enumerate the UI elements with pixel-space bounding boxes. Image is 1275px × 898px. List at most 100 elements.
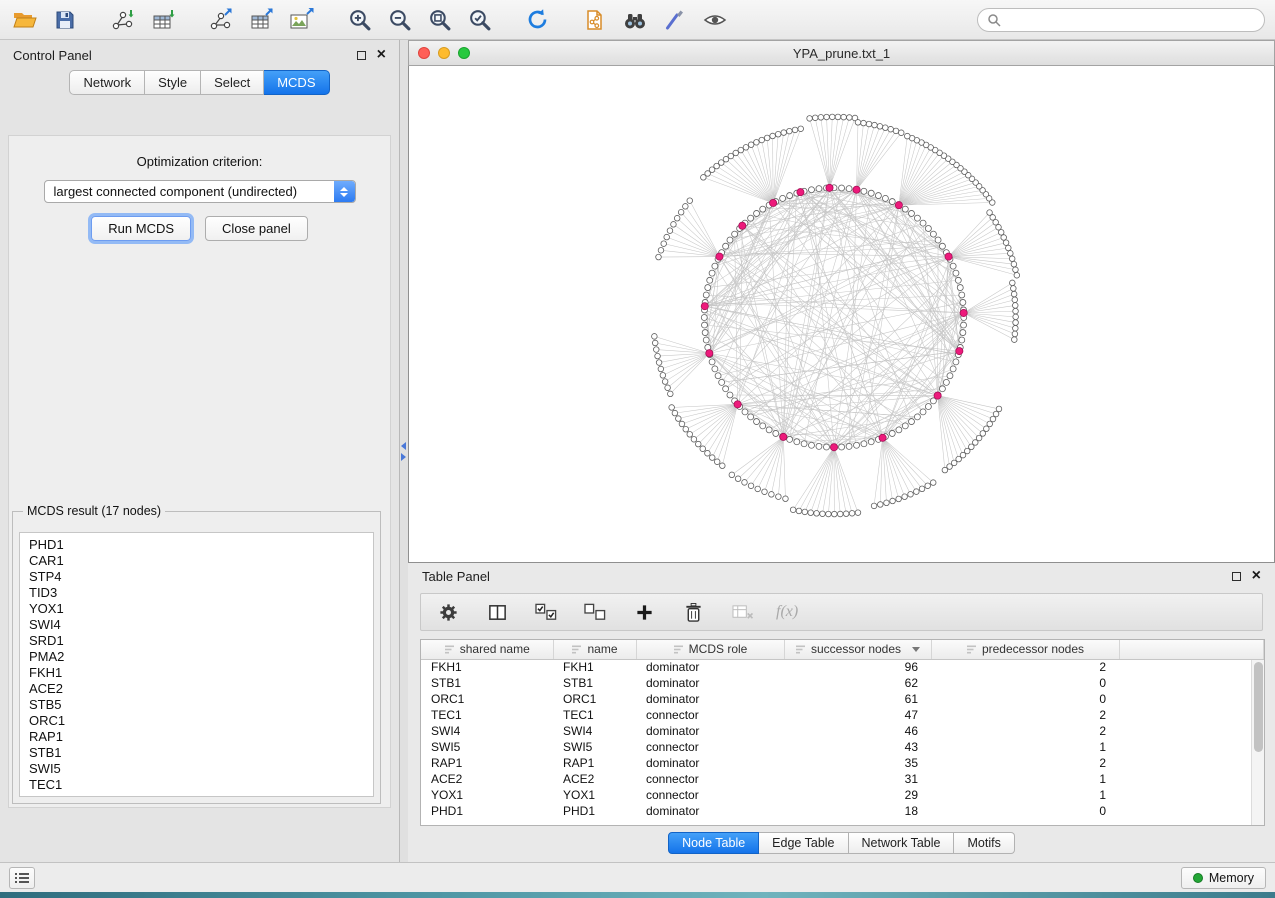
apply-style-button[interactable]	[660, 5, 690, 35]
mcds-result-item[interactable]: RAP1	[29, 729, 364, 745]
optimization-criterion-select[interactable]: largest connected component (undirected)	[44, 180, 356, 203]
cell-shared-name: YOX1	[421, 787, 553, 803]
cell-successor-nodes: 47	[784, 707, 931, 723]
select-all-button[interactable]	[531, 597, 561, 627]
table-row[interactable]: FKH1FKH1dominator962	[421, 659, 1264, 675]
export-table-button[interactable]	[246, 5, 276, 35]
network-graph[interactable]	[409, 66, 1274, 562]
save-button[interactable]	[50, 5, 80, 35]
table-row[interactable]: TEC1TEC1connector472	[421, 707, 1264, 723]
add-column-button[interactable]	[629, 597, 659, 627]
tab-style[interactable]: Style	[145, 70, 201, 95]
mcds-result-item[interactable]: ORC1	[29, 713, 364, 729]
zoom-out-button[interactable]	[384, 5, 414, 35]
mcds-result-item[interactable]: SWI5	[29, 761, 364, 777]
zoom-in-icon	[347, 7, 372, 32]
table-settings-button[interactable]	[433, 597, 463, 627]
eye-icon	[702, 8, 728, 32]
table-row[interactable]: PHD1PHD1dominator180	[421, 803, 1264, 819]
export-network-button[interactable]	[206, 5, 236, 35]
tab-edge-table[interactable]: Edge Table	[759, 832, 848, 854]
refresh-layout-button[interactable]	[522, 5, 552, 35]
float-table-panel-icon[interactable]	[1232, 572, 1241, 581]
mcds-result-item[interactable]: SRD1	[29, 633, 364, 649]
mcds-result-item[interactable]: CAR1	[29, 553, 364, 569]
vertical-splitter[interactable]	[400, 40, 408, 862]
table-row[interactable]: ORC1ORC1dominator610	[421, 691, 1264, 707]
mcds-result-item[interactable]: STP4	[29, 569, 364, 585]
memory-button[interactable]: Memory	[1181, 867, 1266, 889]
tab-select[interactable]: Select	[201, 70, 264, 95]
maximize-window-icon[interactable]	[458, 47, 470, 59]
table-row[interactable]: ACE2ACE2connector311	[421, 771, 1264, 787]
mcds-result-item[interactable]: PMA2	[29, 649, 364, 665]
refresh-icon	[525, 7, 550, 32]
cell-successor-nodes: 61	[784, 691, 931, 707]
mcds-result-item[interactable]: YOX1	[29, 601, 364, 617]
network-titlebar[interactable]: YPA_prune.txt_1	[408, 40, 1275, 66]
export-image-button[interactable]	[286, 5, 316, 35]
minimize-window-icon[interactable]	[438, 47, 450, 59]
task-history-button[interactable]	[9, 867, 35, 889]
table-row[interactable]: YOX1YOX1connector291	[421, 787, 1264, 803]
cell-filler	[1119, 691, 1264, 707]
cell-predecessor-nodes: 2	[931, 723, 1119, 739]
column-header-successor-nodes[interactable]: successor nodes	[784, 640, 931, 659]
mcds-result-item[interactable]: SWI4	[29, 617, 364, 633]
table-row[interactable]: SWI5SWI5connector431	[421, 739, 1264, 755]
tab-mcds[interactable]: MCDS	[264, 70, 329, 95]
table-row[interactable]: SWI4SWI4dominator462	[421, 723, 1264, 739]
table-row[interactable]: STB1STB1dominator620	[421, 675, 1264, 691]
mcds-result-item[interactable]: FKH1	[29, 665, 364, 681]
mcds-result-item[interactable]: TID3	[29, 585, 364, 601]
find-button[interactable]	[620, 5, 650, 35]
table-scrollbar[interactable]	[1251, 660, 1264, 825]
zoom-fit-button[interactable]	[424, 5, 454, 35]
sort-dropdown-icon[interactable]	[912, 647, 920, 652]
zoom-in-button[interactable]	[344, 5, 374, 35]
network-view[interactable]	[408, 66, 1275, 563]
checked-boxes-icon	[534, 602, 559, 623]
show-hide-button[interactable]	[700, 5, 730, 35]
cell-mcds-role: dominator	[636, 691, 784, 707]
zoom-selected-button[interactable]	[464, 5, 494, 35]
cell-shared-name: ORC1	[421, 691, 553, 707]
float-panel-icon[interactable]	[357, 51, 366, 60]
mcds-result-item[interactable]: STB5	[29, 697, 364, 713]
splitter-collapse-icon[interactable]	[401, 442, 406, 461]
columns-icon	[487, 602, 508, 623]
cell-successor-nodes: 43	[784, 739, 931, 755]
cell-name: STB1	[553, 675, 636, 691]
open-file-button[interactable]	[10, 5, 40, 35]
mcds-result-item[interactable]: TEC1	[29, 777, 364, 793]
column-header-shared-name[interactable]: shared name	[421, 640, 553, 659]
mcds-result-item[interactable]: PHD1	[29, 537, 364, 553]
close-panel-button[interactable]: Close panel	[205, 216, 308, 241]
clear-table-button-disabled[interactable]	[727, 597, 757, 627]
table-row[interactable]: RAP1RAP1dominator352	[421, 755, 1264, 771]
tab-network[interactable]: Network	[69, 70, 145, 95]
share-network-button[interactable]	[580, 5, 610, 35]
search-input[interactable]	[1007, 12, 1255, 27]
delete-column-button[interactable]	[678, 597, 708, 627]
mcds-result-item[interactable]: GCR1	[29, 793, 364, 797]
close-panel-icon[interactable]: ×	[377, 50, 386, 60]
column-header-predecessor-nodes[interactable]: predecessor nodes	[931, 640, 1119, 659]
show-columns-button[interactable]	[482, 597, 512, 627]
mcds-result-item[interactable]: STB1	[29, 745, 364, 761]
mcds-result-item[interactable]: ACE2	[29, 681, 364, 697]
column-header-name[interactable]: name	[553, 640, 636, 659]
tab-node-table[interactable]: Node Table	[668, 832, 759, 854]
deselect-all-button[interactable]	[580, 597, 610, 627]
run-mcds-button[interactable]: Run MCDS	[91, 216, 191, 241]
import-network-button[interactable]	[108, 5, 138, 35]
function-builder-button[interactable]: f(x)	[776, 603, 798, 621]
tab-motifs[interactable]: Motifs	[954, 832, 1014, 854]
scrollbar-thumb[interactable]	[1254, 662, 1263, 752]
close-window-icon[interactable]	[418, 47, 430, 59]
column-header-mcds-role[interactable]: MCDS role	[636, 640, 784, 659]
import-table-button[interactable]	[148, 5, 178, 35]
tab-network-table[interactable]: Network Table	[849, 832, 955, 854]
unchecked-boxes-icon	[583, 602, 608, 623]
close-table-panel-icon[interactable]: ×	[1252, 571, 1261, 581]
